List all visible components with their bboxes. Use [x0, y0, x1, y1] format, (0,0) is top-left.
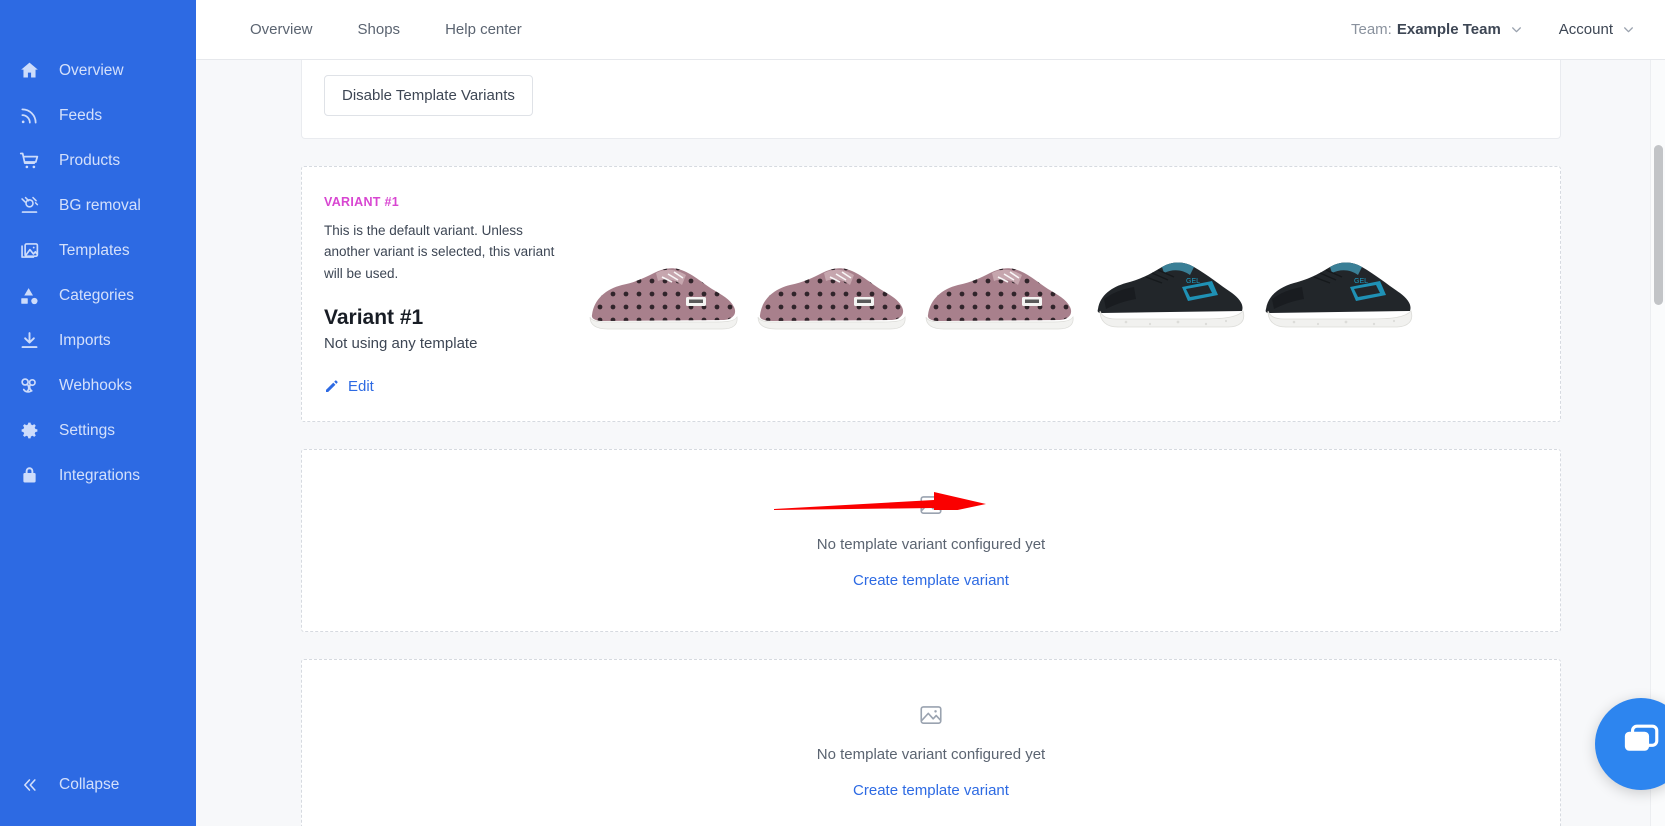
empty-template-variant-card: No template variant configured yet Creat… [301, 659, 1561, 826]
edit-variant-label: Edit [348, 378, 374, 395]
variant-tag-badge: VARIANT #1 [324, 195, 582, 209]
edit-variant-link[interactable]: Edit [324, 378, 374, 395]
team-prefix-label: Team: [1351, 21, 1392, 38]
pencil-icon [324, 379, 339, 394]
sidebar-item-categories[interactable]: Categories [0, 273, 196, 318]
chat-bubble-icon [1619, 720, 1663, 769]
shapes-icon [19, 285, 45, 307]
content-inner: Disable Template Variants VARIANT #1 Thi… [196, 60, 1665, 826]
sidebar-collapse-label: Collapse [59, 776, 119, 794]
sidebar-item-label: Feeds [59, 107, 102, 125]
lock-icon [19, 465, 45, 487]
team-switcher[interactable]: Team: Example Team [1351, 21, 1523, 38]
sidebar-item-overview[interactable]: Overview [0, 48, 196, 93]
tab-overview[interactable]: Overview [250, 21, 313, 38]
chevron-down-icon [1622, 23, 1635, 36]
svg-text:GEL: GEL [1354, 278, 1368, 285]
account-menu[interactable]: Account [1559, 21, 1635, 38]
content-scroll-area: Disable Template Variants VARIANT #1 Thi… [196, 60, 1665, 826]
sidebar-nav: Overview Feeds Products BG removal [0, 0, 196, 498]
sidebar-item-products[interactable]: Products [0, 138, 196, 183]
chevron-down-icon [1510, 23, 1523, 36]
create-template-variant-link[interactable]: Create template variant [853, 782, 1009, 799]
sidebar-item-label: Imports [59, 332, 111, 350]
product-image-thumbnail[interactable] [582, 237, 750, 347]
topbar-right: Team: Example Team Account [1351, 21, 1665, 38]
sidebar-item-label: BG removal [59, 197, 141, 215]
sidebar-item-label: Webhooks [59, 377, 132, 395]
main-area: Overview Shops Help center Team: Example… [196, 0, 1665, 826]
gear-icon [19, 420, 45, 442]
image-placeholder-icon [918, 492, 944, 523]
topbar: Overview Shops Help center Team: Example… [196, 0, 1665, 60]
empty-template-variant-card: No template variant configured yet Creat… [301, 449, 1561, 632]
app-root: Overview Feeds Products BG removal [0, 0, 1665, 826]
empty-state-text: No template variant configured yet [817, 536, 1045, 553]
variant-card: VARIANT #1 This is the default variant. … [301, 166, 1561, 422]
sidebar-item-label: Products [59, 152, 120, 170]
variant-image-gallery: GEL [582, 189, 1536, 347]
image-placeholder-icon [918, 702, 944, 733]
sidebar-item-label: Categories [59, 287, 134, 305]
sidebar-item-bg-removal[interactable]: BG removal [0, 183, 196, 228]
disable-template-variants-button[interactable]: Disable Template Variants [324, 75, 533, 116]
team-name-label: Example Team [1397, 21, 1501, 38]
download-icon [19, 330, 45, 352]
product-image-thumbnail[interactable]: GEL [1254, 237, 1422, 347]
sidebar-item-label: Integrations [59, 467, 140, 485]
variant-title: Variant #1 [324, 306, 582, 330]
product-image-thumbnail[interactable] [750, 237, 918, 347]
vertical-scrollbar-thumb[interactable] [1654, 145, 1663, 305]
sidebar: Overview Feeds Products BG removal [0, 0, 196, 826]
sidebar-item-webhooks[interactable]: Webhooks [0, 363, 196, 408]
top-nav: Overview Shops Help center [196, 21, 567, 38]
webhook-icon [19, 375, 45, 397]
account-label: Account [1559, 21, 1613, 38]
sidebar-item-feeds[interactable]: Feeds [0, 93, 196, 138]
tab-help-center[interactable]: Help center [445, 21, 522, 38]
variant-description: This is the default variant. Unless anot… [324, 220, 562, 284]
sidebar-item-templates[interactable]: Templates [0, 228, 196, 273]
empty-state-text: No template variant configured yet [817, 746, 1045, 763]
template-variants-panel: Disable Template Variants [301, 60, 1561, 139]
background-removal-icon [19, 195, 45, 217]
variant-info: VARIANT #1 This is the default variant. … [324, 189, 582, 399]
sidebar-item-label: Settings [59, 422, 115, 440]
sidebar-item-label: Overview [59, 62, 124, 80]
create-template-variant-link[interactable]: Create template variant [853, 572, 1009, 589]
sidebar-item-settings[interactable]: Settings [0, 408, 196, 453]
sidebar-item-label: Templates [59, 242, 130, 260]
product-image-thumbnail[interactable] [918, 237, 1086, 347]
rss-icon [19, 105, 45, 127]
svg-text:GEL: GEL [1186, 278, 1200, 285]
tab-shops[interactable]: Shops [358, 21, 401, 38]
home-icon [19, 60, 45, 82]
sidebar-item-integrations[interactable]: Integrations [0, 453, 196, 498]
cart-icon [19, 150, 45, 172]
sidebar-collapse-button[interactable]: Collapse [0, 744, 196, 826]
image-icon [19, 240, 45, 262]
chevron-double-left-icon [19, 775, 45, 795]
product-image-thumbnail[interactable]: GEL [1086, 237, 1254, 347]
sidebar-item-imports[interactable]: Imports [0, 318, 196, 363]
variant-template-status: Not using any template [324, 335, 582, 352]
